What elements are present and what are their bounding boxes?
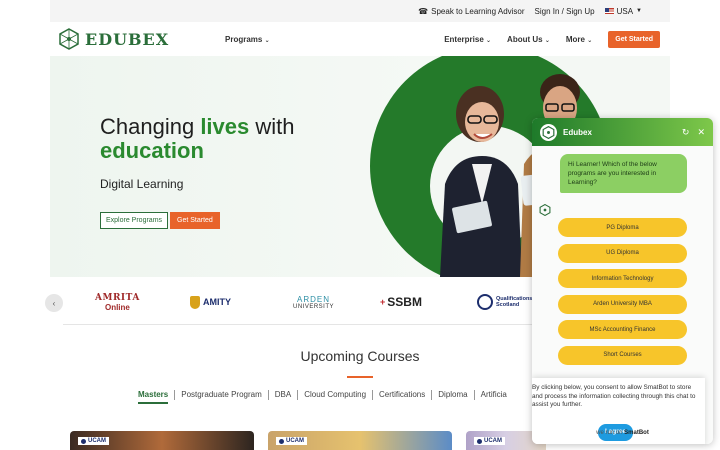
- partner-arden-logo[interactable]: ARDEN UNIVERSITY: [293, 288, 334, 316]
- ucam-crest-icon: [477, 438, 482, 444]
- chevron-down-icon: ⌄: [264, 37, 270, 44]
- explore-programs-button[interactable]: Explore Programs: [100, 212, 169, 229]
- chat-avatar: [540, 123, 557, 141]
- chevron-left-icon: ‹: [52, 298, 56, 308]
- nav-more-label: More: [565, 34, 585, 44]
- partner-ssbm-logo[interactable]: + SSBM: [380, 288, 422, 316]
- swiss-cross-icon: +: [380, 297, 386, 307]
- partner-amrita-logo[interactable]: AMRITA Online: [95, 288, 140, 316]
- chat-options: PG Diploma UG Diploma Information Techno…: [558, 218, 687, 365]
- us-flag-icon: [604, 8, 614, 14]
- hero-title-highlight: education: [100, 138, 204, 163]
- nav-enterprise[interactable]: Enterprise ⌄: [444, 35, 491, 44]
- phone-icon: ☎: [418, 6, 429, 16]
- main-header: EDUBEX Programs ⌄ Enterprise ⌄ About Us …: [50, 22, 670, 56]
- chevron-down-icon: ⌄: [486, 37, 492, 44]
- ucam-crest-icon: [81, 438, 86, 444]
- speak-advisor-link[interactable]: ☎ Speak to Learning Advisor: [418, 7, 524, 16]
- partner-amrita-sub: Online: [104, 302, 130, 312]
- chat-body: Hi Learner! Which of the below programs …: [532, 146, 713, 444]
- tab-masters[interactable]: Masters: [138, 390, 174, 404]
- option-information-technology[interactable]: Information Technology: [558, 269, 687, 288]
- tab-certifications[interactable]: Certifications: [373, 390, 433, 400]
- amity-shield-icon: [190, 295, 200, 309]
- partner-arden-name: ARDEN: [297, 294, 331, 304]
- ucam-label: UCAM: [484, 438, 502, 444]
- speak-advisor-label: Speak to Learning Advisor: [431, 6, 525, 16]
- option-msc-accounting[interactable]: MSc Accounting Finance: [558, 320, 687, 339]
- nav-right: Enterprise ⌄ About Us ⌄ More ⌄ Get Start…: [444, 30, 660, 48]
- ucam-label: UCAM: [286, 438, 304, 444]
- caret-down-icon: ▼: [636, 8, 642, 14]
- refresh-icon[interactable]: ↻: [682, 127, 690, 138]
- partner-amrita-name: AMRITA: [95, 292, 140, 303]
- course-cards: UCAM UCAM UCAM: [70, 431, 546, 450]
- option-short-courses[interactable]: Short Courses: [558, 345, 687, 365]
- chevron-down-icon: ⌄: [544, 37, 550, 44]
- bot-avatar-icon: [539, 204, 551, 216]
- consent-text: By clicking below, you consent to allow …: [532, 384, 696, 408]
- logo-text: EDUBEX: [85, 29, 170, 49]
- course-card[interactable]: UCAM: [70, 431, 254, 450]
- partner-qual-text: Qualifications Scotland: [496, 296, 532, 308]
- chevron-down-icon: ⌄: [587, 37, 593, 44]
- hero-title-highlight: lives: [200, 114, 250, 139]
- logo-mark-icon: [59, 28, 79, 50]
- ucam-label: UCAM: [88, 438, 106, 444]
- ucam-crest-icon: [279, 438, 284, 444]
- hero-title-part: Changing: [100, 114, 201, 139]
- get-started-header-button[interactable]: Get Started: [608, 30, 660, 48]
- partner-qualifications-scotland-logo[interactable]: Qualifications Scotland: [477, 288, 532, 316]
- signin-link[interactable]: Sign In / Sign Up: [535, 7, 595, 16]
- tab-cloud-computing[interactable]: Cloud Computing: [298, 390, 374, 400]
- ucam-badge: UCAM: [78, 437, 109, 445]
- course-tabs: Masters Postgraduate Program DBA Cloud C…: [138, 390, 513, 404]
- partner-arden-sub: UNIVERSITY: [293, 303, 335, 310]
- carousel-prev-button[interactable]: ‹: [45, 294, 63, 312]
- get-started-hero-button[interactable]: Get Started: [170, 212, 220, 229]
- nav-programs-label: Programs: [225, 34, 263, 44]
- tab-artificial[interactable]: Artificia: [475, 390, 513, 400]
- ucam-badge: UCAM: [276, 437, 307, 445]
- tab-diploma[interactable]: Diploma: [432, 390, 475, 400]
- partner-carousel: ‹ AMRITA Online AMITY ARDEN UNIVERSITY +…: [45, 286, 545, 320]
- tab-postgraduate[interactable]: Postgraduate Program: [174, 390, 269, 400]
- nav-programs[interactable]: Programs ⌄: [225, 35, 270, 44]
- partner-ssbm-name: SSBM: [387, 295, 422, 309]
- powered-by: we run on SmatBot: [532, 430, 713, 436]
- option-ug-diploma[interactable]: UG Diploma: [558, 243, 687, 263]
- chat-header: Edubex ↻ ✕: [532, 118, 713, 146]
- country-selector[interactable]: USA ▼: [604, 6, 642, 16]
- logo[interactable]: EDUBEX: [58, 28, 169, 50]
- nav-more[interactable]: More ⌄: [566, 35, 592, 44]
- page: ☎ Speak to Learning Advisor Sign In / Si…: [0, 0, 720, 450]
- tab-dba[interactable]: DBA: [269, 390, 299, 400]
- course-card[interactable]: UCAM: [268, 431, 452, 450]
- powered-brand[interactable]: SmatBot: [624, 430, 649, 436]
- section-divider: [63, 324, 543, 325]
- close-icon[interactable]: ✕: [697, 127, 705, 138]
- option-pg-diploma[interactable]: PG Diploma: [558, 218, 687, 237]
- nav-about-label: About Us: [507, 34, 543, 44]
- chatbot-widget: Edubex ↻ ✕ Hi Learner! Which of the belo…: [532, 118, 713, 444]
- nav-about[interactable]: About Us ⌄: [507, 35, 550, 44]
- partner-amity-name: AMITY: [203, 297, 231, 307]
- hero-subtitle: Digital Learning: [100, 177, 184, 191]
- utility-bar: ☎ Speak to Learning Advisor Sign In / Si…: [50, 0, 670, 22]
- q-ring-icon: [477, 294, 493, 310]
- powered-prefix: we run on: [596, 430, 625, 436]
- hero-title-part: with: [249, 114, 295, 139]
- hero-title: Changing lives with education: [100, 115, 295, 163]
- bot-message: Hi Learner! Which of the below programs …: [560, 154, 687, 193]
- nav-enterprise-label: Enterprise: [444, 34, 484, 44]
- partner-qual-l2: Scotland: [496, 302, 520, 308]
- option-arden-mba[interactable]: Arden University MBA: [558, 294, 687, 314]
- ucam-badge: UCAM: [474, 437, 505, 445]
- chat-title: Edubex: [563, 127, 592, 137]
- title-underline: [347, 376, 373, 378]
- edubex-logo-icon: [542, 125, 555, 139]
- country-label: USA: [616, 6, 634, 16]
- partner-amity-logo[interactable]: AMITY: [190, 288, 231, 316]
